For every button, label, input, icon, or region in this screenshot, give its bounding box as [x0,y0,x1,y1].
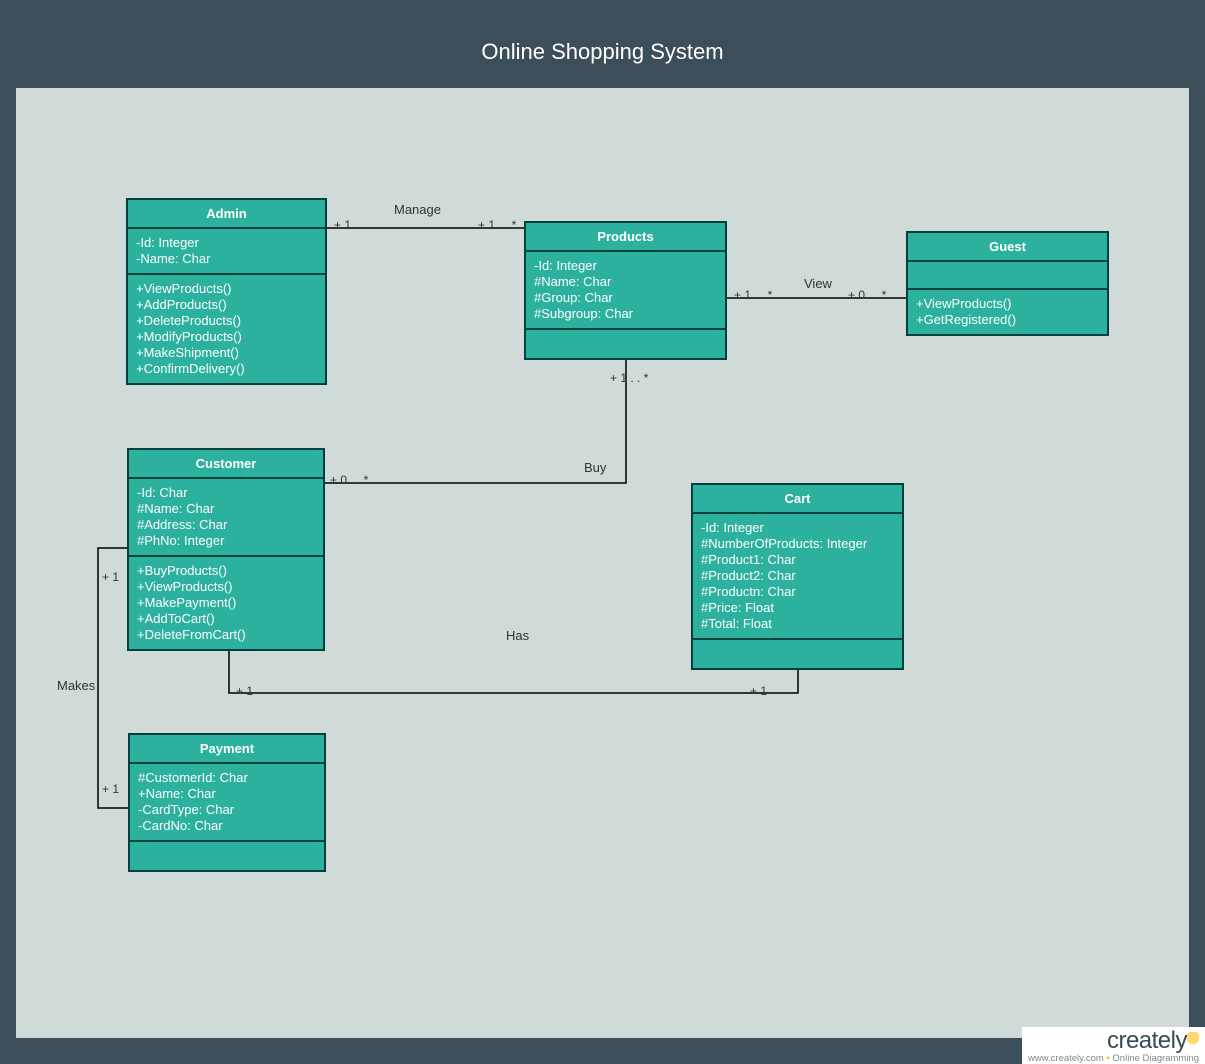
class-customer[interactable]: Customer -Id: Char #Name: Char #Address:… [127,448,325,651]
label-buy: Buy [584,460,606,475]
mult-view-1: + 1 . . * [734,288,772,302]
footer-site: www.creately.com [1028,1053,1104,1064]
class-products[interactable]: Products -Id: Integer #Name: Char #Group… [524,221,727,360]
assoc-buy [325,352,626,483]
class-cart[interactable]: Cart -Id: Integer #NumberOfProducts: Int… [691,483,904,670]
class-guest[interactable]: Guest +ViewProducts() +GetRegistered() [906,231,1109,336]
class-payment-attrs: #CustomerId: Char +Name: Char -CardType:… [130,764,324,842]
mult-view-2: + 0 . . * [848,288,886,302]
diagram-title-text: Online Shopping System [481,39,723,65]
label-manage: Manage [394,202,441,217]
diagram-canvas: Manage + 1 + 1 . . * View + 1 . . * + 0 … [16,88,1189,1048]
mult-manage-2: + 1 . . * [478,218,516,232]
label-has: Has [506,628,529,643]
class-payment-name: Payment [130,735,324,764]
class-products-name: Products [526,223,725,252]
class-admin-name: Admin [128,200,325,229]
class-cart-attrs: -Id: Integer #NumberOfProducts: Integer … [693,514,902,640]
mult-has-2: + 1 [750,684,767,698]
diagram-title: Online Shopping System [16,16,1189,88]
class-products-ops [526,330,725,358]
bottom-strip [16,1038,1189,1048]
class-payment[interactable]: Payment #CustomerId: Char +Name: Char -C… [128,733,326,872]
class-admin-attrs: -Id: Integer -Name: Char [128,229,325,275]
dot-icon: • [1106,1053,1109,1064]
mult-has-1: + 1 [236,684,253,698]
mult-makes-1: + 1 [102,570,119,584]
label-makes: Makes [57,678,95,693]
mult-buy-2: + 0 . . * [330,473,368,487]
class-admin-ops: +ViewProducts() +AddProducts() +DeletePr… [128,275,325,383]
diagram-frame: Online Shopping System Manage + 1 + 1 . … [0,0,1205,1064]
mult-makes-2: + 1 [102,782,119,796]
class-guest-attrs [908,262,1107,290]
class-products-attrs: -Id: Integer #Name: Char #Group: Char #S… [526,252,725,330]
label-view: View [804,276,832,291]
class-customer-ops: +BuyProducts() +ViewProducts() +MakePaym… [129,557,323,649]
class-guest-ops: +ViewProducts() +GetRegistered() [908,290,1107,334]
class-cart-ops [693,640,902,668]
class-guest-name: Guest [908,233,1107,262]
mult-manage-1: + 1 [334,218,351,232]
mult-buy-1: + 1 . . * [610,371,648,385]
footer-text: Online Diagramming [1112,1053,1199,1064]
assoc-makes [98,548,128,808]
class-payment-ops [130,842,324,870]
class-customer-name: Customer [129,450,323,479]
class-customer-attrs: -Id: Char #Name: Char #Address: Char #Ph… [129,479,323,557]
class-admin[interactable]: Admin -Id: Integer -Name: Char +ViewProd… [126,198,327,385]
class-cart-name: Cart [693,485,902,514]
